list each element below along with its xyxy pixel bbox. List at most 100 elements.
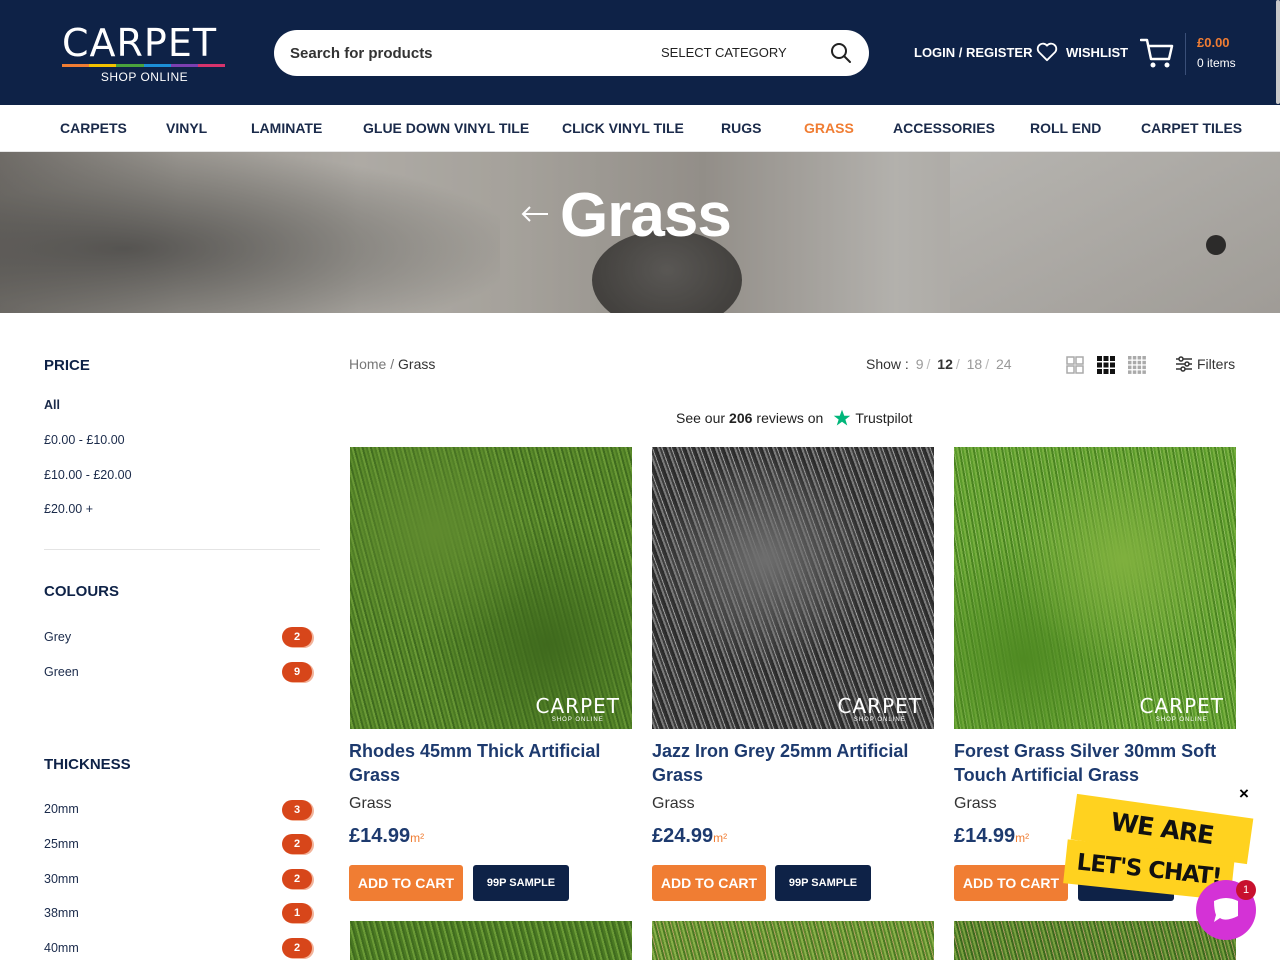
nav-item-accessories[interactable]: ACCESSORIES (893, 120, 995, 136)
product-title[interactable]: Forest Grass Silver 30mm Soft Touch Arti… (954, 739, 1236, 787)
thickness-filter-20mm[interactable]: 20mm (44, 802, 79, 816)
search-category-select[interactable]: SELECT CATEGORY (661, 45, 787, 60)
price-filter-20-plus[interactable]: £20.00 + (44, 502, 93, 516)
product-image[interactable] (954, 921, 1236, 960)
cart-divider (1185, 33, 1186, 75)
heart-icon (1036, 42, 1058, 62)
colour-count-badge: 2 (282, 627, 312, 647)
main-nav: CARPETS VINYL LAMINATE GLUE DOWN VINYL T… (0, 105, 1280, 152)
thickness-filter-40mm[interactable]: 40mm (44, 941, 79, 955)
nav-item-laminate[interactable]: LAMINATE (251, 120, 322, 136)
grid-4-columns-icon[interactable] (1128, 356, 1146, 374)
back-arrow-icon[interactable] (520, 204, 550, 224)
add-to-cart-button[interactable]: ADD TO CART (349, 865, 463, 901)
sidebar-divider (44, 549, 320, 550)
page-scrollbar[interactable] (1276, 0, 1280, 104)
per-page-9[interactable]: 9 (916, 356, 924, 372)
product-title[interactable]: Rhodes 45mm Thick Artificial Grass (349, 739, 631, 787)
nav-item-click-vinyl-tile[interactable]: CLICK VINYL TILE (562, 120, 684, 136)
trustpilot-star-icon (834, 409, 851, 426)
product-category[interactable]: Grass (652, 795, 695, 813)
nav-item-carpets[interactable]: CARPETS (60, 120, 127, 136)
price-filter-title: PRICE (44, 357, 90, 374)
thickness-filter-title: THICKNESS (44, 756, 131, 773)
logo-subtitle: SHOP ONLINE (100, 70, 189, 84)
nav-item-grass[interactable]: GRASS (804, 120, 854, 136)
trustpilot-suffix: reviews on (756, 410, 824, 426)
thickness-count-badge: 2 (282, 834, 312, 854)
wishlist-link[interactable]: WISHLIST (1036, 42, 1128, 62)
image-watermark: CARPET SHOP ONLINE (837, 694, 922, 723)
search-input[interactable] (290, 30, 630, 76)
colour-count-badge: 9 (282, 662, 312, 682)
product-image-jazz-iron-grey[interactable]: CARPET SHOP ONLINE (652, 447, 934, 729)
thickness-count-badge: 2 (282, 869, 312, 889)
colour-filter-green[interactable]: Green (44, 665, 79, 679)
search-bar: SELECT CATEGORY (274, 30, 869, 76)
sample-button[interactable]: 99P SAMPLE (775, 865, 871, 901)
thickness-count-badge: 3 (282, 800, 312, 820)
product-price: £14.99m² (954, 825, 1030, 847)
show-label: Show : (866, 356, 909, 372)
per-page-selector: Show : 9/ 12/ 18/ 24 (866, 356, 1012, 372)
grid-3-columns-icon[interactable] (1097, 356, 1115, 374)
product-image-rhodes[interactable]: CARPET SHOP ONLINE (350, 447, 632, 729)
nav-item-vinyl[interactable]: VINYL (166, 120, 207, 136)
grid-2-columns-icon[interactable] (1066, 356, 1084, 374)
nav-item-glue-down-vinyl-tile[interactable]: GLUE DOWN VINYL TILE (363, 120, 529, 136)
nav-item-rugs[interactable]: RUGS (721, 120, 761, 136)
per-page-18[interactable]: 18 (967, 356, 983, 372)
wishlist-label: WISHLIST (1066, 44, 1129, 60)
trustpilot-count: 206 (729, 410, 753, 426)
login-register-link[interactable]: LOGIN / REGISTER (914, 45, 1032, 60)
price-filter-0-10[interactable]: £0.00 - £10.00 (44, 433, 125, 447)
chat-close-button[interactable]: × (1239, 784, 1249, 804)
breadcrumb: Home / Grass (349, 356, 435, 372)
price-filter-10-20[interactable]: £10.00 - £20.00 (44, 468, 132, 482)
product-price: £24.99m² (652, 825, 728, 847)
filters-toggle[interactable]: Filters (1175, 356, 1235, 372)
site-header: CARPET SHOP ONLINE SELECT CATEGORY LOGIN… (0, 0, 1280, 105)
thickness-filter-30mm[interactable]: 30mm (44, 872, 79, 886)
product-category[interactable]: Grass (954, 795, 997, 813)
sliders-icon (1176, 356, 1192, 372)
breadcrumb-home[interactable]: Home (349, 356, 386, 372)
product-image[interactable] (350, 921, 632, 960)
per-page-24[interactable]: 24 (996, 356, 1012, 372)
breadcrumb-separator: / (390, 356, 395, 372)
image-watermark: CARPET SHOP ONLINE (1139, 694, 1224, 723)
product-title[interactable]: Jazz Iron Grey 25mm Artificial Grass (652, 739, 934, 787)
product-category[interactable]: Grass (349, 795, 392, 813)
image-watermark: CARPET SHOP ONLINE (535, 694, 620, 723)
thickness-filter-38mm[interactable]: 38mm (44, 906, 79, 920)
cart-item-count: 0 items (1197, 56, 1236, 70)
colour-filter-grey[interactable]: Grey (44, 630, 71, 644)
colours-filter-title: COLOURS (44, 583, 119, 600)
chat-notification-badge: 1 (1236, 880, 1256, 900)
trustpilot-prefix: See our (676, 410, 726, 426)
trustpilot-widget[interactable]: See our 206 reviews on Trustpilot (676, 409, 912, 427)
trustpilot-brand: Trustpilot (855, 410, 913, 426)
cart-total[interactable]: £0.00 (1197, 35, 1230, 50)
add-to-cart-button[interactable]: ADD TO CART (652, 865, 766, 901)
cart-icon[interactable] (1140, 37, 1174, 69)
page-title: Grass (560, 181, 732, 250)
price-filter-all[interactable]: All (44, 398, 60, 412)
breadcrumb-current: Grass (398, 356, 436, 372)
nav-item-carpet-tiles[interactable]: CARPET TILES (1141, 120, 1242, 136)
thickness-count-badge: 2 (282, 938, 312, 958)
add-to-cart-button[interactable]: ADD TO CART (954, 865, 1068, 901)
sample-button[interactable]: 99P SAMPLE (473, 865, 569, 901)
category-hero-banner: Grass (0, 152, 1280, 313)
site-logo[interactable]: CARPET SHOP ONLINE (62, 21, 227, 84)
product-image[interactable] (652, 921, 934, 960)
product-image-forest-grass-silver[interactable]: CARPET SHOP ONLINE (954, 447, 1236, 729)
logo-text: CARPET (62, 21, 218, 65)
nav-item-roll-end[interactable]: ROLL END (1030, 120, 1101, 136)
filters-label: Filters (1197, 356, 1236, 372)
per-page-12[interactable]: 12 (937, 356, 953, 372)
logo-color-bar (62, 64, 226, 67)
thickness-filter-25mm[interactable]: 25mm (44, 837, 79, 851)
thickness-count-badge: 1 (282, 903, 312, 923)
search-icon[interactable] (829, 41, 853, 65)
